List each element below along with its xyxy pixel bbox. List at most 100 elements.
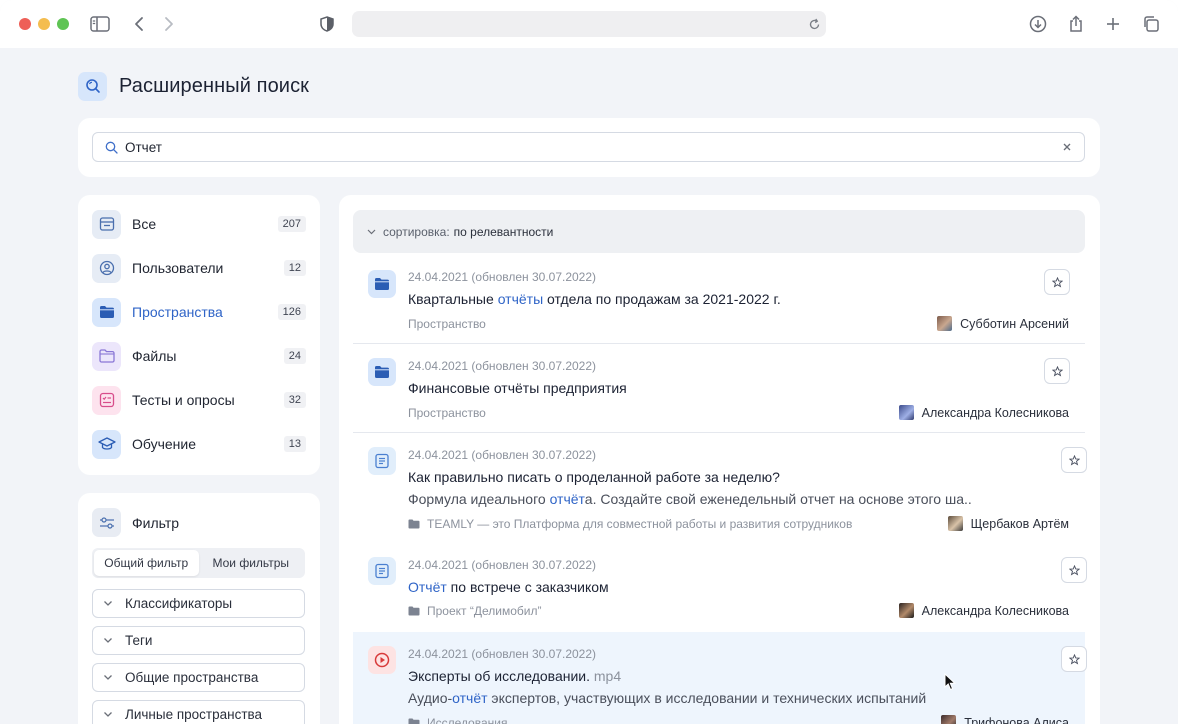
result-item[interactable]: 24.04.2021 (обновлен 30.07.2022) Финансо… bbox=[353, 344, 1085, 433]
minimize-window-button[interactable] bbox=[38, 18, 50, 30]
avatar bbox=[937, 316, 953, 331]
new-tab-icon[interactable] bbox=[1101, 12, 1125, 36]
result-title[interactable]: Финансовые отчёты предприятия bbox=[408, 380, 627, 396]
folder-icon bbox=[368, 358, 396, 386]
share-icon[interactable] bbox=[1064, 12, 1088, 36]
folder-icon bbox=[408, 519, 421, 530]
file-folder-icon bbox=[92, 341, 121, 371]
filter-section-classifiers[interactable]: Классификаторы bbox=[92, 589, 305, 618]
sort-label: сортировка: bbox=[383, 224, 450, 239]
tab-my-filters[interactable]: Мои фильтры bbox=[199, 550, 304, 576]
quiz-icon bbox=[92, 385, 121, 415]
sidebar-toggle-icon[interactable] bbox=[88, 12, 112, 36]
back-icon[interactable] bbox=[127, 12, 151, 36]
mouse-cursor-icon bbox=[944, 673, 956, 691]
category-count: 24 bbox=[283, 348, 306, 364]
category-learning[interactable]: Обучение 13 bbox=[92, 428, 306, 460]
path-text: TEAMLY — это Платформа для совместной ра… bbox=[427, 517, 853, 531]
tabs-overview-icon[interactable] bbox=[1139, 12, 1163, 36]
category-count: 32 bbox=[283, 392, 306, 408]
category-label: Пользователи bbox=[132, 260, 224, 276]
category-users[interactable]: Пользователи 12 bbox=[92, 252, 306, 284]
forward-icon[interactable] bbox=[157, 12, 181, 36]
result-author[interactable]: Щербаков Артём bbox=[947, 516, 1069, 531]
result-author[interactable]: Александра Колесникова bbox=[898, 603, 1069, 618]
privacy-shield-icon[interactable] bbox=[315, 12, 339, 36]
favorite-star-icon[interactable] bbox=[1044, 269, 1070, 295]
category-label: Все bbox=[132, 216, 157, 232]
category-label: Тесты и опросы bbox=[132, 392, 235, 408]
author-name: Щербаков Артём bbox=[970, 516, 1069, 531]
result-title[interactable]: Как правильно писать о проделанной работ… bbox=[408, 469, 780, 485]
category-label: Пространства bbox=[132, 304, 223, 320]
title-text: Эксперты об исследовании. bbox=[408, 668, 590, 684]
filter-section-tags[interactable]: Теги bbox=[92, 626, 305, 655]
favorite-star-icon[interactable] bbox=[1044, 358, 1070, 384]
filter-title: Фильтр bbox=[132, 514, 180, 531]
result-item[interactable]: 24.04.2021 (обновлен 30.07.2022) Квартал… bbox=[353, 258, 1085, 344]
result-path[interactable]: TEAMLY — это Платформа для совместной ра… bbox=[408, 517, 852, 531]
category-label: Обучение bbox=[132, 436, 197, 452]
clear-search-icon[interactable] bbox=[1054, 134, 1080, 160]
result-item[interactable]: 24.04.2021 (обновлен 30.07.2022) Как пра… bbox=[353, 433, 1087, 543]
browser-window: Расширенный поиск Все 207 Пользователи bbox=[0, 0, 1178, 724]
chevron-down-icon bbox=[103, 637, 117, 644]
result-type: Пространство bbox=[408, 406, 486, 420]
path-text: Проект “Делимобил” bbox=[427, 604, 542, 618]
result-path[interactable]: Исследования bbox=[408, 716, 507, 724]
snippet-highlight: отчёт bbox=[549, 491, 585, 507]
result-item[interactable]: 24.04.2021 (обновлен 30.07.2022) Отчёт п… bbox=[353, 543, 1087, 632]
result-date: 24.04.2021 (обновлен 30.07.2022) bbox=[408, 558, 597, 572]
search-field[interactable] bbox=[92, 132, 1085, 162]
favorite-star-icon[interactable] bbox=[1061, 447, 1087, 473]
sort-control[interactable]: сортировка: по релевантности bbox=[353, 210, 1085, 253]
document-icon bbox=[368, 447, 396, 475]
browser-toolbar bbox=[0, 0, 1178, 48]
result-title[interactable]: Эксперты об исследовании. mp4 bbox=[408, 668, 621, 684]
chevron-down-icon bbox=[103, 674, 117, 681]
search-icon bbox=[78, 71, 107, 101]
result-title[interactable]: Квартальные отчёты отдела по продажам за… bbox=[408, 291, 781, 307]
avatar bbox=[898, 603, 914, 618]
filter-section-shared-spaces[interactable]: Общие пространства bbox=[92, 663, 305, 692]
snippet-text: Формула идеального bbox=[408, 491, 550, 507]
title-highlight: Отчёт bbox=[408, 579, 447, 595]
filter-section-personal-spaces[interactable]: Личные пространства bbox=[92, 700, 305, 724]
download-icon[interactable] bbox=[1026, 12, 1050, 36]
address-bar[interactable] bbox=[352, 11, 826, 37]
result-title[interactable]: Отчёт по встрече с заказчиком bbox=[408, 579, 609, 595]
result-type: Пространство bbox=[408, 317, 486, 331]
maximize-window-button[interactable] bbox=[57, 18, 69, 30]
user-circle-icon bbox=[92, 253, 121, 283]
result-author[interactable]: Субботин Арсений bbox=[937, 316, 1069, 331]
close-window-button[interactable] bbox=[19, 18, 31, 30]
results-panel: сортировка: по релевантности 24.04.2021 … bbox=[339, 195, 1100, 724]
chevron-down-icon bbox=[103, 600, 117, 607]
result-item[interactable]: 24.04.2021 (обновлен 30.07.2022) Эксперт… bbox=[353, 632, 1087, 724]
tab-common-filter[interactable]: Общий фильтр bbox=[94, 550, 199, 576]
title-text: отдела по продажам за 2021-2022 г. bbox=[543, 291, 781, 307]
filter-section-label: Теги bbox=[125, 633, 153, 648]
result-snippet: Формула идеального отчёта. Создайте свой… bbox=[408, 491, 972, 507]
favorite-star-icon[interactable] bbox=[1061, 646, 1087, 672]
result-author[interactable]: Александра Колесникова bbox=[898, 405, 1069, 420]
category-files[interactable]: Файлы 24 bbox=[92, 340, 306, 372]
result-path[interactable]: Проект “Делимобил” bbox=[408, 604, 541, 618]
category-spaces[interactable]: Пространства 126 bbox=[92, 296, 306, 328]
result-date: 24.04.2021 (обновлен 30.07.2022) bbox=[408, 359, 597, 373]
result-author[interactable]: Трифонова Алиса bbox=[941, 715, 1069, 724]
filter-panel: Фильтр Общий фильтр Мои фильтры Классифи… bbox=[78, 493, 320, 724]
favorite-star-icon[interactable] bbox=[1061, 557, 1087, 583]
reload-icon[interactable] bbox=[806, 16, 822, 32]
author-name: Субботин Арсений bbox=[960, 316, 1069, 331]
author-name: Трифонова Алиса bbox=[964, 715, 1069, 724]
filter-tabs: Общий фильтр Мои фильтры bbox=[92, 548, 305, 578]
search-input[interactable] bbox=[125, 134, 1054, 160]
title-text: по встрече с заказчиком bbox=[446, 579, 609, 595]
title-text: Квартальные bbox=[408, 291, 498, 307]
category-quizzes[interactable]: Тесты и опросы 32 bbox=[92, 384, 306, 416]
author-name: Александра Колесникова bbox=[921, 603, 1069, 618]
chevron-down-icon bbox=[367, 229, 377, 235]
category-all[interactable]: Все 207 bbox=[92, 208, 306, 240]
folder-icon bbox=[408, 606, 421, 617]
